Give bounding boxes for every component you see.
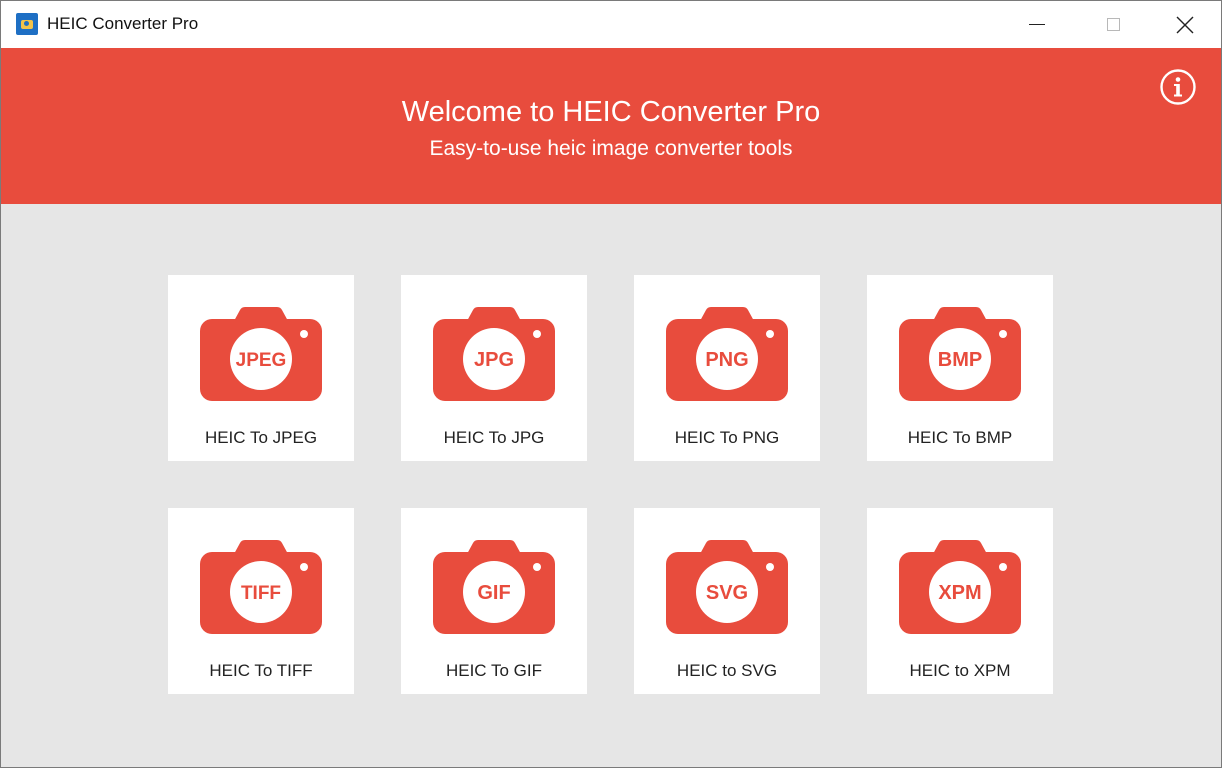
tile-label: HEIC To GIF [445, 661, 543, 680]
title-bar: HEIC Converter Pro [1, 1, 1221, 48]
tile-label: HEIC To JPEG [204, 428, 318, 447]
tile-label: HEIC To JPG [443, 428, 545, 447]
format-badge: JPEG [236, 350, 287, 371]
heic-to-jpeg-tile[interactable]: JPEG HEIC To JPEG [168, 275, 354, 461]
close-button[interactable] [1149, 1, 1221, 48]
camera-icon: JPEG [200, 307, 322, 401]
close-icon [1176, 16, 1194, 33]
tile-label: HEIC to SVG [676, 661, 778, 680]
heic-to-tiff-tile[interactable]: TIFF HEIC To TIFF [168, 508, 354, 694]
camera-icon: JPG [433, 307, 555, 401]
camera-icon: BMP [899, 307, 1021, 401]
picture-icon [16, 13, 38, 35]
heic-to-svg-tile[interactable]: SVG HEIC to SVG [634, 508, 820, 694]
camera-icon: PNG [666, 307, 788, 401]
tile-label: HEIC To PNG [674, 428, 780, 447]
maximize-button[interactable] [1077, 1, 1149, 48]
minimize-button[interactable] [1001, 1, 1073, 48]
minimize-icon [1029, 24, 1045, 25]
heic-to-xpm-tile[interactable]: XPM HEIC to XPM [867, 508, 1053, 694]
camera-icon: XPM [899, 540, 1021, 634]
format-badge: XPM [938, 582, 981, 604]
tile-label: HEIC To BMP [907, 428, 1013, 447]
format-badge: PNG [705, 349, 748, 371]
heic-to-jpg-tile[interactable]: JPG HEIC To JPG [401, 275, 587, 461]
welcome-banner: Welcome to HEIC Converter Pro Easy-to-us… [1, 48, 1221, 204]
format-badge: GIF [477, 582, 510, 604]
heic-to-png-tile[interactable]: PNG HEIC To PNG [634, 275, 820, 461]
maximize-icon [1106, 18, 1120, 31]
heic-to-gif-tile[interactable]: GIF HEIC To GIF [401, 508, 587, 694]
format-badge: TIFF [241, 583, 281, 604]
app-window: HEIC Converter Pro Welcome to HEIC Conve… [0, 0, 1222, 768]
window-title: HEIC Converter Pro [47, 14, 199, 33]
format-badge: JPG [474, 349, 514, 371]
format-badge: BMP [938, 349, 982, 371]
tile-label: HEIC to XPM [909, 661, 1011, 680]
heic-to-bmp-tile[interactable]: BMP HEIC To BMP [867, 275, 1053, 461]
banner-subtitle: Easy-to-use heic image converter tools [429, 137, 793, 160]
info-icon [1160, 69, 1196, 105]
info-button[interactable] [1160, 69, 1196, 105]
tile-label: HEIC To TIFF [209, 661, 313, 680]
camera-icon: GIF [433, 540, 555, 634]
format-badge: SVG [706, 582, 748, 604]
camera-icon: TIFF [200, 540, 322, 634]
camera-icon: SVG [666, 540, 788, 634]
banner-title: Welcome to HEIC Converter Pro [401, 96, 821, 128]
